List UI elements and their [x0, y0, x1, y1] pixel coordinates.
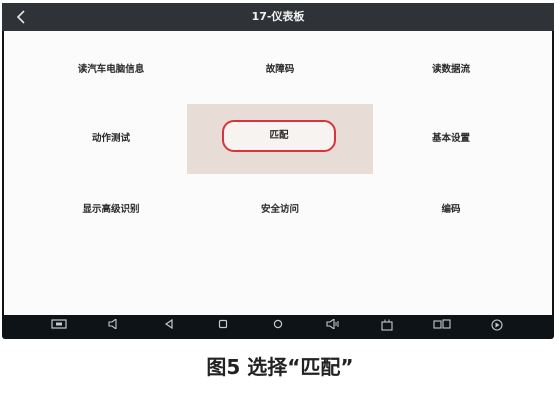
- menu-fault-codes[interactable]: 故障码: [195, 53, 365, 87]
- home-icon[interactable]: [213, 319, 233, 335]
- menu-basic-settings[interactable]: 基本设置: [366, 122, 536, 156]
- back-icon[interactable]: [159, 319, 179, 335]
- menu-security-access[interactable]: 安全访问: [195, 193, 365, 227]
- vci-icon[interactable]: [377, 319, 397, 335]
- menu-matching-selected[interactable]: 匹配: [222, 120, 336, 152]
- screenshot-icon[interactable]: [49, 319, 69, 335]
- recent-apps-icon[interactable]: [268, 319, 288, 335]
- tablet-device: 17-仪表板 读汽车电脑信息 故障码 读数据流 动作测试 基本设置 显示高级识别…: [2, 3, 554, 339]
- menu-advanced-identification[interactable]: 显示高级识别: [26, 193, 196, 227]
- dual-screen-icon[interactable]: [432, 319, 452, 335]
- play-icon[interactable]: [487, 319, 507, 335]
- screen-title: 17-仪表板: [251, 10, 305, 23]
- volume-up-icon[interactable]: [323, 319, 343, 335]
- menu-read-ecu-info[interactable]: 读汽车电脑信息: [26, 53, 196, 87]
- volume-down-icon[interactable]: [104, 319, 124, 335]
- menu-coding[interactable]: 编码: [366, 193, 536, 227]
- figure-caption: 图5 选择“匹配”: [206, 355, 354, 379]
- title-bar: 17-仪表板: [2, 3, 554, 31]
- menu-read-data-stream[interactable]: 读数据流: [366, 53, 536, 87]
- system-navigation-bar: [32, 316, 524, 338]
- menu-actuation-test[interactable]: 动作测试: [26, 122, 196, 156]
- function-menu: 读汽车电脑信息 故障码 读数据流 动作测试 基本设置 显示高级识别 安全访问 编…: [4, 31, 552, 315]
